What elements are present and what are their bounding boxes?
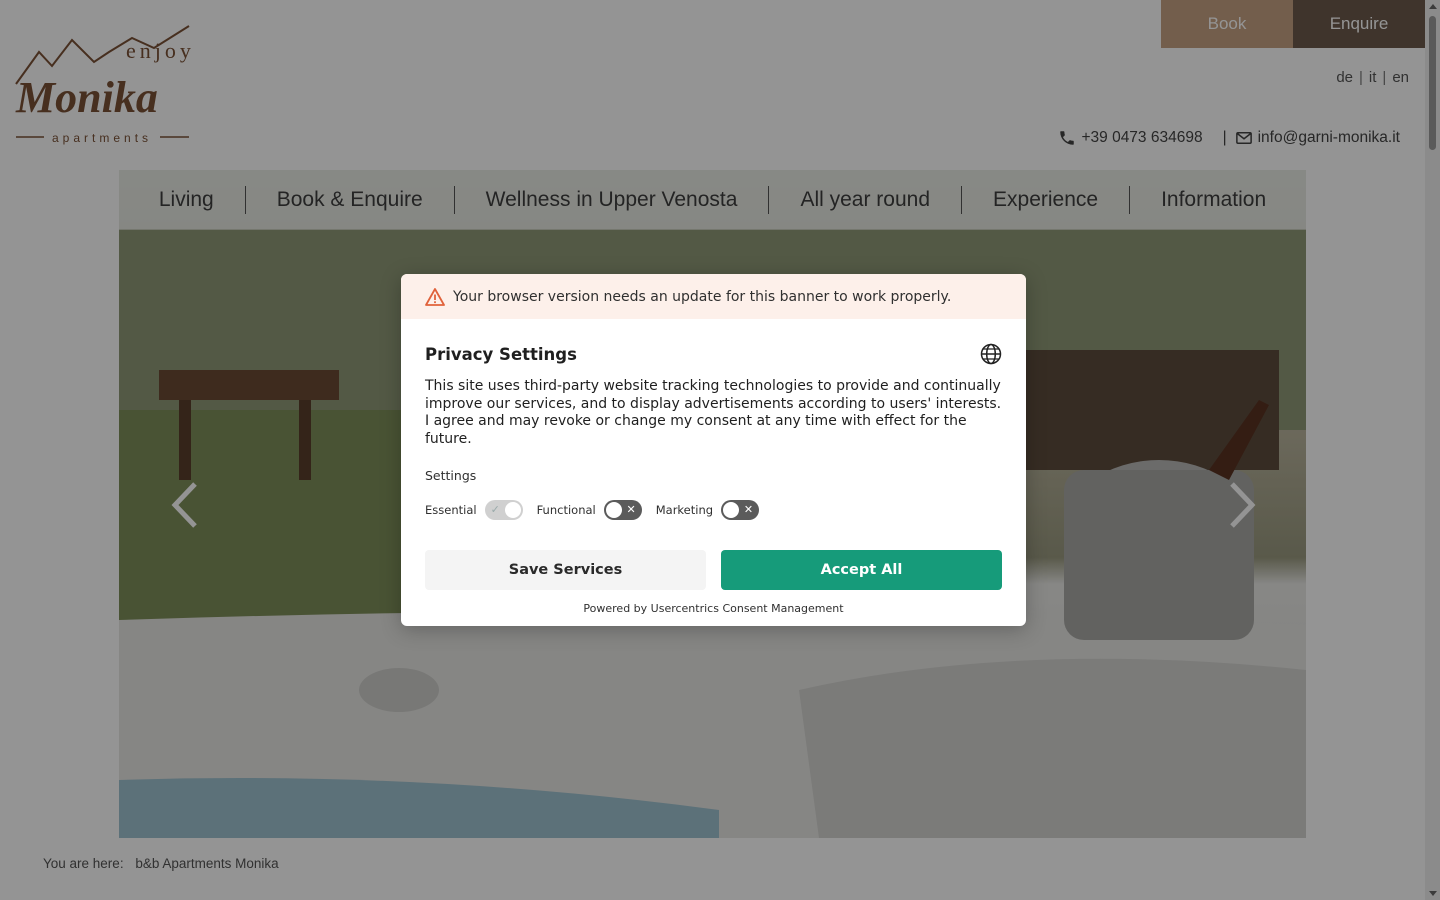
switch-knob xyxy=(504,502,521,518)
browser-warning-banner: Your browser version needs an update for… xyxy=(401,274,1026,319)
toggle-essential-label: Essential xyxy=(425,503,477,517)
warning-icon xyxy=(425,287,445,306)
marketing-switch[interactable]: ✕ xyxy=(721,500,760,520)
functional-switch[interactable]: ✕ xyxy=(603,500,642,520)
privacy-settings-dialog: Your browser version needs an update for… xyxy=(401,274,1026,626)
close-icon: ✕ xyxy=(743,503,754,516)
dialog-title: Privacy Settings xyxy=(425,344,577,364)
switch-knob xyxy=(605,502,622,518)
toggle-functional-label: Functional xyxy=(536,503,596,517)
save-services-button[interactable]: Save Services xyxy=(425,550,706,590)
toggle-essential: Essential ✓ xyxy=(425,500,523,520)
dialog-buttons: Save Services Accept All xyxy=(425,550,1002,590)
browser-warning-text: Your browser version needs an update for… xyxy=(453,288,952,305)
toggle-marketing: Marketing ✕ xyxy=(655,500,760,520)
powered-by: Powered by Usercentrics Consent Manageme… xyxy=(425,602,1002,615)
toggle-functional: Functional ✕ xyxy=(537,500,642,520)
globe-icon[interactable] xyxy=(980,343,1002,365)
accept-all-button[interactable]: Accept All xyxy=(721,550,1002,590)
settings-label: Settings xyxy=(425,468,477,483)
consent-toggles: Essential ✓ Functional ✕ Marketing ✕ xyxy=(425,500,1002,520)
check-icon: ✓ xyxy=(490,503,500,516)
essential-switch[interactable]: ✓ xyxy=(484,500,523,520)
close-icon: ✕ xyxy=(626,503,636,516)
toggle-marketing-label: Marketing xyxy=(655,503,714,517)
switch-knob xyxy=(723,502,740,518)
powered-by-link[interactable]: Powered by Usercentrics Consent Manageme… xyxy=(583,602,843,615)
dialog-description: This site uses third-party website track… xyxy=(425,378,1002,447)
